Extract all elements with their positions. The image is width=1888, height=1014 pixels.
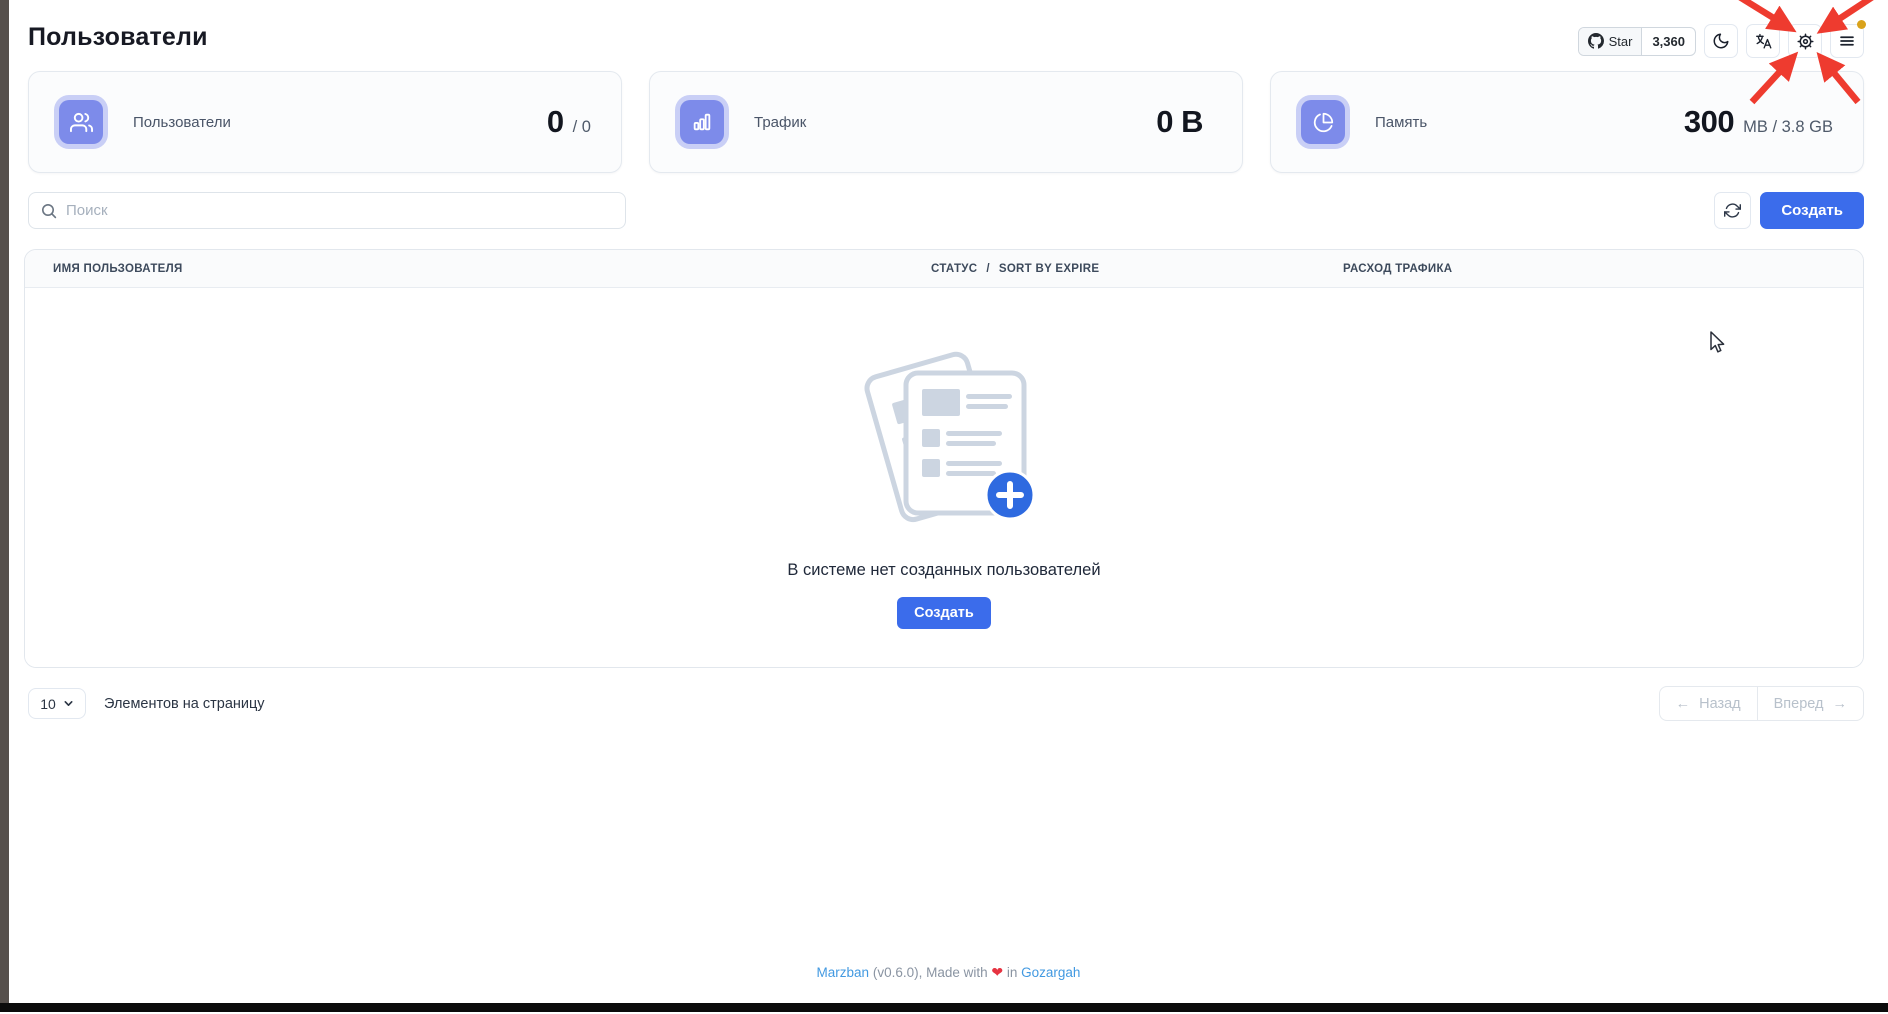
- heart-icon: ❤: [991, 964, 1003, 980]
- prev-page-button[interactable]: ← Назад: [1659, 686, 1758, 721]
- next-label: Вперед: [1774, 696, 1824, 712]
- empty-documents-illustration: [844, 345, 1044, 535]
- pagination: 10 Элементов на страницу ← Назад Вперед …: [28, 686, 1864, 721]
- github-star-button[interactable]: Star: [1579, 28, 1643, 55]
- language-button[interactable]: [1746, 24, 1780, 58]
- stat-value-number: 300: [1684, 104, 1734, 140]
- empty-state-create-button[interactable]: Создать: [897, 597, 991, 629]
- next-page-button[interactable]: Вперед →: [1757, 686, 1864, 721]
- empty-state-message: В системе нет созданных пользователей: [787, 561, 1100, 580]
- column-status-sort[interactable]: СТАТУС / SORT BY EXPIRE: [931, 263, 1343, 275]
- footer-text: (v0.6.0), Made with: [869, 965, 991, 980]
- marzban-dashboard: Пользователи Star 3,360: [9, 0, 1888, 1003]
- page-title: Пользователи: [28, 23, 208, 52]
- window-left-edge: [0, 0, 9, 1003]
- column-separator: /: [986, 263, 990, 275]
- taskbar-edge: [0, 1003, 1888, 1012]
- github-icon: [1588, 33, 1604, 49]
- stat-value: 0 B: [1156, 104, 1212, 140]
- stat-value: 0 / 0: [547, 104, 591, 140]
- column-username[interactable]: ИМЯ ПОЛЬЗОВАТЕЛЯ: [53, 263, 931, 275]
- stat-value: 300 MB / 3.8 GB: [1684, 104, 1833, 140]
- stat-label: Трафик: [754, 114, 806, 131]
- column-sort-by-expire[interactable]: SORT BY EXPIRE: [999, 263, 1099, 275]
- search-icon: [41, 203, 57, 219]
- stat-card-traffic: Трафик 0 B: [649, 71, 1243, 173]
- page-size-select[interactable]: 10: [28, 688, 86, 719]
- plus-circle-icon: [986, 471, 1034, 519]
- theme-toggle-button[interactable]: [1704, 24, 1738, 58]
- github-star-widget[interactable]: Star 3,360: [1578, 27, 1696, 56]
- create-user-button[interactable]: Создать: [1760, 192, 1864, 229]
- gozargah-link[interactable]: Gozargah: [1021, 965, 1080, 980]
- stats-row: Пользователи 0 / 0 Трафик 0 B Память 300: [28, 71, 1864, 173]
- gear-icon: [1796, 32, 1815, 51]
- page-size-value: 10: [40, 696, 56, 712]
- page-size-label: Элементов на страницу: [104, 696, 265, 712]
- stat-label: Память: [1375, 114, 1427, 131]
- search-box[interactable]: [28, 192, 626, 229]
- stat-value-number: 0: [547, 104, 564, 140]
- column-traffic[interactable]: РАСХОД ТРАФИКА: [1343, 263, 1863, 275]
- stat-label: Пользователи: [133, 114, 231, 131]
- stat-value-suffix: / 0: [573, 118, 591, 137]
- table-header-row: ИМЯ ПОЛЬЗОВАТЕЛЯ СТАТУС / SORT BY EXPIRE Р…: [25, 250, 1863, 288]
- prev-label: Назад: [1699, 696, 1741, 712]
- github-star-label: Star: [1609, 34, 1633, 49]
- chevron-down-icon: [63, 698, 74, 709]
- refresh-button[interactable]: [1714, 192, 1751, 229]
- table-empty-state: В системе нет созданных пользователей Со…: [25, 288, 1863, 667]
- search-input[interactable]: [66, 202, 613, 219]
- settings-button[interactable]: [1788, 24, 1822, 58]
- stat-value-number: 0 B: [1156, 104, 1203, 140]
- arrow-left-icon: ←: [1676, 696, 1691, 712]
- hamburger-icon: [1838, 32, 1856, 50]
- pagination-nav: ← Назад Вперед →: [1659, 686, 1864, 721]
- column-status[interactable]: СТАТУС: [931, 263, 977, 275]
- translate-icon: [1754, 32, 1773, 51]
- header: Пользователи Star 3,360: [9, 0, 1888, 58]
- header-actions: Star 3,360: [1578, 24, 1864, 58]
- moon-icon: [1712, 32, 1730, 50]
- users-table: ИМЯ ПОЛЬЗОВАТЕЛЯ СТАТУС / SORT BY EXPIRE Р…: [24, 249, 1864, 668]
- toolbar: Создать: [28, 192, 1864, 229]
- users-icon: [59, 100, 103, 144]
- footer: Marzban (v0.6.0), Made with ❤ in Gozarga…: [9, 964, 1888, 981]
- pie-chart-icon: [1301, 100, 1345, 144]
- footer-in-text: in: [1003, 965, 1021, 980]
- stat-card-users: Пользователи 0 / 0: [28, 71, 622, 173]
- refresh-icon: [1724, 202, 1741, 219]
- arrow-right-icon: →: [1833, 696, 1848, 712]
- bar-chart-icon: [680, 100, 724, 144]
- menu-button[interactable]: [1830, 24, 1864, 58]
- marzban-link[interactable]: Marzban: [817, 965, 870, 980]
- stat-card-memory: Память 300 MB / 3.8 GB: [1270, 71, 1864, 173]
- stat-value-suffix: MB / 3.8 GB: [1743, 118, 1833, 137]
- notification-dot: [1857, 20, 1866, 29]
- github-star-count[interactable]: 3,360: [1642, 28, 1695, 55]
